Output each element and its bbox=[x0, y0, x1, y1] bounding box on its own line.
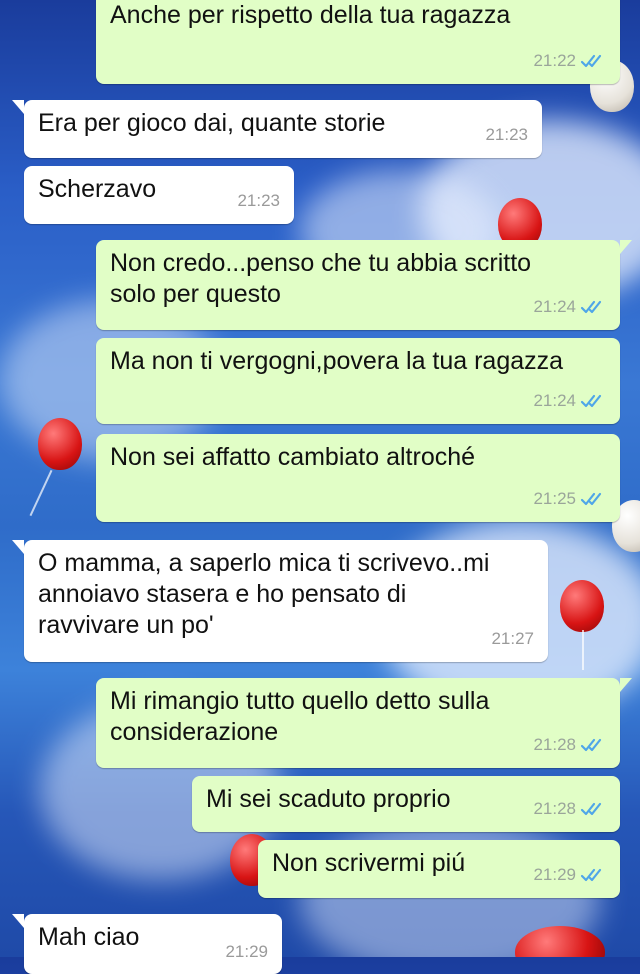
message-list: Anche per rispetto della tua ragazza 21:… bbox=[0, 0, 640, 974]
message-meta: 21:22 bbox=[533, 45, 606, 76]
outgoing-message[interactable]: Mi rimangio tutto quello detto sulla con… bbox=[96, 678, 632, 768]
message-meta: 21:28 bbox=[533, 729, 606, 760]
message-meta: 21:23 bbox=[237, 185, 280, 216]
message-text: Mi rimangio tutto quello detto sulla con… bbox=[110, 687, 490, 746]
message-time: 21:23 bbox=[237, 191, 280, 210]
outgoing-message[interactable]: Non sei affatto cambiato altroché 21:25 bbox=[96, 434, 620, 522]
incoming-message[interactable]: O mamma, a saperlo mica ti scrivevo..mi … bbox=[12, 540, 548, 662]
double-check-icon bbox=[580, 394, 602, 407]
message-meta: 21:23 bbox=[485, 119, 528, 150]
message-meta: 21:24 bbox=[533, 291, 606, 322]
message-time: 21:24 bbox=[533, 297, 576, 316]
message-meta: 21:24 bbox=[533, 385, 606, 416]
outgoing-message[interactable]: Mi sei scaduto proprio 21:28 bbox=[192, 776, 620, 832]
message-text: Ma non ti vergogni,povera la tua ragazza bbox=[110, 347, 564, 375]
double-check-icon bbox=[580, 300, 602, 313]
double-check-icon bbox=[580, 54, 602, 67]
message-text: Non credo...penso che tu abbia scritto s… bbox=[110, 249, 532, 308]
outgoing-message[interactable]: Ma non ti vergogni,povera la tua ragazza… bbox=[96, 338, 620, 424]
message-meta: 21:28 bbox=[533, 793, 606, 824]
outgoing-message[interactable]: Non credo...penso che tu abbia scritto s… bbox=[96, 240, 632, 330]
message-time: 21:27 bbox=[491, 629, 534, 648]
incoming-message[interactable]: Era per gioco dai, quante storie 21:23 bbox=[12, 100, 542, 158]
message-meta: 21:25 bbox=[533, 483, 606, 514]
message-text: O mamma, a saperlo mica ti scrivevo..mi … bbox=[38, 549, 490, 639]
message-text: Era per gioco dai, quante storie bbox=[38, 109, 386, 137]
message-time: 21:22 bbox=[533, 51, 576, 70]
message-time: 21:25 bbox=[533, 489, 576, 508]
outgoing-message[interactable]: Anche per rispetto della tua ragazza 21:… bbox=[96, 0, 620, 84]
message-text: Non sei affatto cambiato altroché bbox=[110, 443, 476, 471]
message-meta: 21:29 bbox=[533, 859, 606, 890]
message-meta: 21:29 bbox=[225, 936, 268, 967]
incoming-message[interactable]: Mah ciao 21:29 bbox=[12, 914, 282, 974]
message-time: 21:24 bbox=[533, 391, 576, 410]
message-time: 21:28 bbox=[533, 735, 576, 754]
message-time: 21:29 bbox=[533, 865, 576, 884]
message-meta: 21:27 bbox=[491, 623, 534, 654]
double-check-icon bbox=[580, 492, 602, 505]
incoming-message[interactable]: Scherzavo 21:23 bbox=[24, 166, 294, 224]
message-time: 21:29 bbox=[225, 942, 268, 961]
message-time: 21:23 bbox=[485, 125, 528, 144]
double-check-icon bbox=[580, 738, 602, 751]
double-check-icon bbox=[580, 802, 602, 815]
double-check-icon bbox=[580, 868, 602, 881]
message-time: 21:28 bbox=[533, 799, 576, 818]
message-text: Anche per rispetto della tua ragazza bbox=[110, 1, 511, 29]
outgoing-message[interactable]: Non scrivermi piú 21:29 bbox=[258, 840, 620, 898]
